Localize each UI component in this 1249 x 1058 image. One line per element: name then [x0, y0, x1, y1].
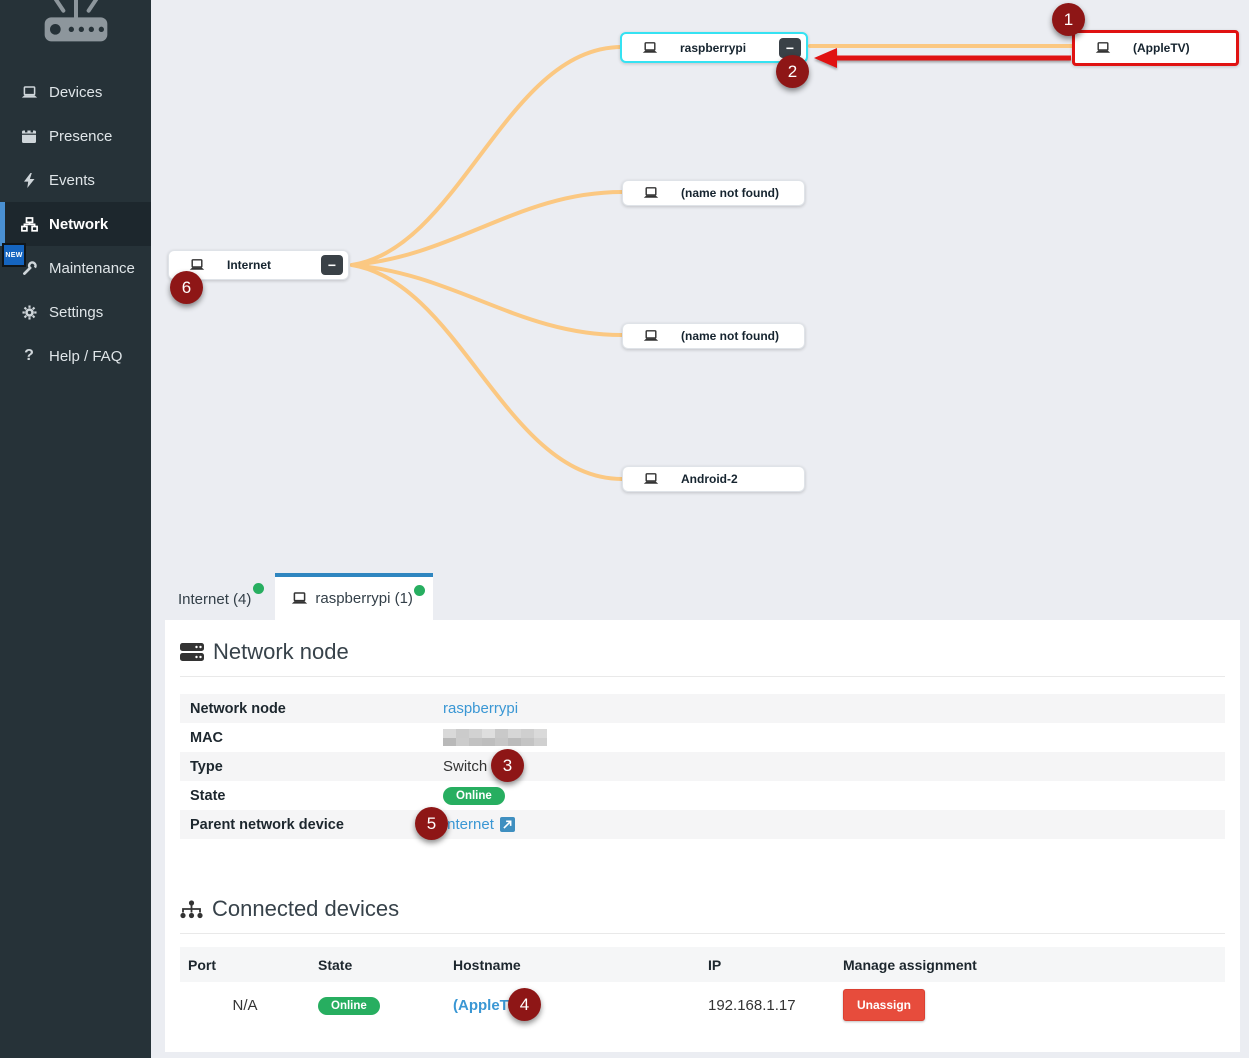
- router-logo: [0, 0, 151, 56]
- column-header-manage: Manage assignment: [835, 947, 1225, 982]
- annotation-circle-6: 6: [170, 271, 203, 304]
- node-label: raspberrypi: [680, 41, 746, 55]
- detail-label: State: [190, 788, 443, 804]
- sidebar-item-label: Devices: [49, 84, 102, 101]
- gear-icon: [20, 305, 38, 320]
- sidebar-item-label: Help / FAQ: [49, 348, 122, 365]
- type-value: Switch: [443, 758, 487, 775]
- connected-devices-table: Port State Hostname IP Manage assignment…: [180, 947, 1225, 1028]
- laptop-icon: [643, 330, 659, 342]
- column-header-ip: IP: [700, 947, 835, 982]
- online-status-badge: Online: [318, 997, 380, 1015]
- laptop-icon: [291, 592, 308, 605]
- tab-raspberrypi[interactable]: raspberrypi (1): [275, 573, 433, 620]
- section-title: Network node: [213, 639, 349, 665]
- sidebar-item-events[interactable]: Events: [0, 158, 151, 202]
- laptop-icon: [20, 86, 38, 99]
- annotation-circle-2: 2: [776, 55, 809, 88]
- table-row: N/A Online (AppleTV) 192.168.1.17 Unassi…: [180, 982, 1225, 1028]
- detail-row-parent: Parent network device Internet: [180, 810, 1225, 839]
- annotation-circle-4: 4: [508, 988, 541, 1021]
- detail-row-state: State Online: [180, 781, 1225, 810]
- topology-node-appletv[interactable]: (AppleTV): [1072, 30, 1239, 66]
- node-detail-panel: Network node Network node raspberrypi MA…: [165, 620, 1240, 1052]
- network-node-section-header: Network node: [180, 620, 1225, 665]
- topology-node-name-not-found-2[interactable]: (name not found): [622, 323, 805, 349]
- new-feature-badge: NEW: [2, 243, 26, 267]
- laptop-icon: [1095, 42, 1111, 54]
- divider: [180, 676, 1225, 677]
- node-detail-tabs: Internet (4) raspberrypi (1): [165, 573, 433, 620]
- sidebar-item-settings[interactable]: Settings: [0, 290, 151, 334]
- node-label: (AppleTV): [1133, 41, 1190, 55]
- detail-label: Parent network device: [190, 817, 443, 833]
- topology-node-android-2[interactable]: Android-2: [622, 466, 805, 492]
- topology-node-name-not-found-1[interactable]: (name not found): [622, 180, 805, 206]
- laptop-icon: [643, 473, 659, 485]
- annotation-circle-3: 3: [491, 749, 524, 782]
- sidebar-item-label: Presence: [49, 128, 112, 145]
- sidebar-item-label: Settings: [49, 304, 103, 321]
- sidebar-item-presence[interactable]: Presence: [0, 114, 151, 158]
- sidebar-nav: Devices Presence Events Network Maintena…: [0, 70, 151, 378]
- detail-row-network-node: Network node raspberrypi: [180, 694, 1225, 723]
- connected-devices-section-header: Connected devices: [180, 896, 1225, 922]
- online-status-dot: [253, 583, 264, 594]
- port-value: N/A: [180, 982, 310, 1028]
- column-header-state: State: [310, 947, 445, 982]
- lightning-icon: [20, 173, 38, 188]
- detail-label: MAC: [190, 730, 443, 746]
- ip-value: 192.168.1.17: [700, 982, 835, 1028]
- node-label: (name not found): [681, 329, 779, 343]
- sidebar-item-label: Maintenance: [49, 260, 135, 277]
- annotation-circle-5: 5: [415, 807, 448, 840]
- calendar-icon: [20, 129, 38, 143]
- sidebar-item-help[interactable]: ? Help / FAQ: [0, 334, 151, 378]
- mac-redacted-value: [443, 729, 547, 746]
- node-label: (name not found): [681, 186, 779, 200]
- sitemap-icon: [180, 900, 203, 919]
- sitemap-icon: [20, 217, 38, 232]
- detail-label: Type: [190, 759, 443, 775]
- sidebar-item-label: Events: [49, 172, 95, 189]
- column-header-port: Port: [180, 947, 310, 982]
- external-link-icon[interactable]: [500, 817, 515, 832]
- detail-row-mac: MAC: [180, 723, 1225, 752]
- sidebar-item-network[interactable]: Network: [0, 202, 151, 246]
- tab-label: raspberrypi (1): [315, 590, 413, 607]
- sidebar-item-label: Network: [49, 216, 108, 233]
- laptop-icon: [189, 259, 205, 271]
- detail-label: Network node: [190, 701, 443, 717]
- network-node-link[interactable]: raspberrypi: [443, 700, 518, 717]
- divider: [180, 933, 1225, 934]
- annotation-circle-1: 1: [1052, 3, 1085, 36]
- detail-row-type: Type Switch: [180, 752, 1225, 781]
- sidebar: Devices Presence Events Network Maintena…: [0, 0, 151, 1058]
- tab-label: Internet (4): [178, 591, 251, 608]
- column-header-hostname: Hostname: [445, 947, 700, 982]
- sidebar-item-devices[interactable]: Devices: [0, 70, 151, 114]
- laptop-icon: [642, 42, 658, 54]
- table-header-row: Port State Hostname IP Manage assignment: [180, 947, 1225, 982]
- laptop-icon: [643, 187, 659, 199]
- connected-devices-section: Connected devices Port State Hostname IP…: [180, 896, 1225, 1028]
- server-icon: [180, 642, 204, 662]
- node-label: Internet: [227, 258, 271, 272]
- unassign-button[interactable]: Unassign: [843, 989, 925, 1021]
- parent-device-link[interactable]: Internet: [443, 816, 494, 833]
- section-title: Connected devices: [212, 896, 399, 922]
- online-status-dot: [414, 585, 425, 596]
- question-icon: ?: [20, 347, 38, 365]
- node-label: Android-2: [681, 472, 738, 486]
- network-node-details: Network node raspberrypi MAC Type Switch…: [180, 694, 1225, 839]
- topology-node-raspberrypi[interactable]: raspberrypi −: [620, 32, 808, 63]
- collapse-button[interactable]: −: [321, 255, 343, 275]
- online-status-badge: Online: [443, 787, 505, 805]
- tab-internet[interactable]: Internet (4): [165, 573, 275, 620]
